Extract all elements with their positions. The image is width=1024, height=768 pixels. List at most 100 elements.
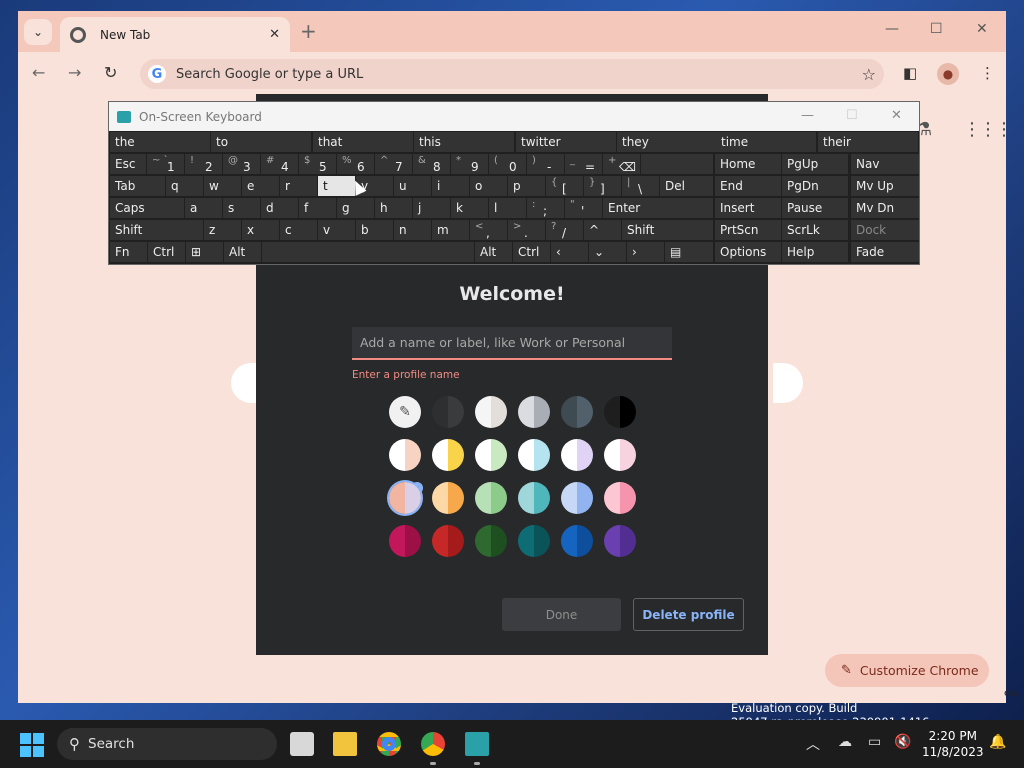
color-swatch[interactable] (432, 396, 464, 428)
osk-key[interactable]: $5 (299, 154, 336, 174)
close-window-button[interactable]: ✕ (976, 21, 988, 37)
osk-suggestion[interactable]: this (414, 132, 514, 152)
eyedropper-icon[interactable]: ✎ (389, 396, 421, 428)
on-screen-keyboard-app-icon[interactable] (465, 732, 489, 756)
reload-button[interactable]: ↻ (104, 63, 117, 82)
osk-key[interactable]: {[ (546, 176, 583, 196)
osk-key[interactable]: ~ ` 1 (147, 154, 184, 174)
color-swatch[interactable] (561, 525, 593, 557)
osk-key[interactable]: b (356, 220, 393, 240)
osk-key[interactable]: s (223, 198, 260, 218)
osk-nav-key[interactable]: Dock (851, 220, 919, 240)
color-swatch[interactable] (604, 396, 636, 428)
osk-key-tab[interactable]: Tab (110, 176, 165, 196)
osk-suggestion[interactable]: to (211, 132, 311, 152)
notification-bell-icon[interactable]: 🔔 (989, 734, 1006, 750)
osk-key[interactable]: >. (508, 220, 545, 240)
color-swatch[interactable] (389, 439, 421, 471)
osk-nav-key[interactable]: End (715, 176, 781, 196)
start-windows-icon[interactable] (20, 733, 44, 757)
taskbar-search[interactable]: ⚲ Search (57, 728, 277, 760)
osk-suggestion[interactable]: that (313, 132, 413, 152)
osk-key-shift-left[interactable]: Shift (110, 220, 203, 240)
osk-key[interactable]: % 6 (337, 154, 374, 174)
color-swatch[interactable] (561, 482, 593, 514)
osk-key-fn[interactable]: Fn (110, 242, 147, 262)
osk-key[interactable]: | \ (622, 176, 659, 196)
osk-key[interactable]: j (413, 198, 450, 218)
side-panel-icon[interactable]: ◧ (903, 64, 917, 82)
profile-avatar[interactable]: ● (937, 63, 959, 85)
osk-key-ctrl-right[interactable]: Ctrl (513, 242, 550, 262)
osk-key[interactable]: w (204, 176, 241, 196)
osk-key-alt-right[interactable]: Alt (475, 242, 512, 262)
osk-key-arrow-up[interactable]: ^ (584, 220, 621, 240)
osk-key[interactable]: * 9 (451, 154, 488, 174)
color-swatch[interactable] (389, 525, 421, 557)
color-swatch[interactable] (432, 525, 464, 557)
color-swatch[interactable] (475, 396, 507, 428)
osk-key[interactable]: " ' (565, 198, 602, 218)
osk-key[interactable]: <, (470, 220, 507, 240)
osk-key[interactable]: @3 (223, 154, 260, 174)
color-swatch[interactable] (475, 439, 507, 471)
osk-key[interactable]: a (185, 198, 222, 218)
osk-nav-key[interactable]: Home (715, 154, 781, 174)
osk-suggestion[interactable]: the (110, 132, 210, 152)
osk-key[interactable]: r (280, 176, 317, 196)
color-swatch[interactable] (604, 439, 636, 471)
osk-nav-key[interactable]: Mv Up (851, 176, 919, 196)
osk-nav-key[interactable]: Mv Dn (851, 198, 919, 218)
osk-key-windows[interactable]: ⊞ (186, 242, 223, 262)
osk-key-arrow-right[interactable]: › (627, 242, 664, 262)
color-swatch[interactable] (518, 396, 550, 428)
osk-key[interactable]: v (318, 220, 355, 240)
osk-minimize-button[interactable]: — (801, 108, 814, 123)
osk-key-del[interactable]: Del (660, 176, 713, 196)
osk-key[interactable]: l (489, 198, 526, 218)
osk-nav-key[interactable]: Nav (851, 154, 919, 174)
osk-key[interactable]: k (451, 198, 488, 218)
osk-suggestion[interactable]: they (617, 132, 717, 152)
color-swatch[interactable] (432, 439, 464, 471)
osk-nav-key[interactable]: PgUp (782, 154, 848, 174)
show-hidden-icons-chevron[interactable]: ︿ (806, 734, 820, 754)
osk-key[interactable]: f (299, 198, 336, 218)
osk-key[interactable]: o (470, 176, 507, 196)
color-swatch[interactable] (518, 482, 550, 514)
new-tab-button[interactable]: + (300, 19, 317, 43)
osk-key-caps[interactable]: Caps (110, 198, 184, 218)
osk-key[interactable]: #4 (261, 154, 298, 174)
osk-key[interactable]: ? / (546, 220, 583, 240)
osk-key[interactable]: n (394, 220, 431, 240)
menu-icon[interactable]: ⋮ (980, 64, 995, 82)
color-swatch[interactable] (475, 482, 507, 514)
osk-key[interactable]: d (261, 198, 298, 218)
customize-chrome-button[interactable]: ✎ Customize Chrome (825, 654, 989, 687)
color-swatch[interactable] (389, 482, 421, 514)
osk-key-arrow-left[interactable]: ‹ (551, 242, 588, 262)
osk-key[interactable]: q (166, 176, 203, 196)
back-button[interactable]: ← (32, 63, 45, 82)
osk-key[interactable]: p (508, 176, 545, 196)
osk-key[interactable]: (0 (489, 154, 526, 174)
osk-key[interactable]: e (242, 176, 279, 196)
osk-suggestion[interactable]: twitter (516, 132, 616, 152)
chrome-app-icon[interactable] (377, 732, 401, 756)
osk-key[interactable]: g (337, 198, 374, 218)
google-apps-icon[interactable]: ⋮⋮⋮ (963, 119, 1006, 140)
network-icon[interactable]: ▭ (868, 734, 881, 750)
omnibox[interactable]: G Search Google or type a URL ☆ (140, 59, 884, 89)
color-swatch[interactable] (475, 525, 507, 557)
osk-key[interactable]: ^ 7 (375, 154, 412, 174)
osk-key-spacer[interactable] (641, 154, 713, 174)
minimize-button[interactable]: — (885, 21, 899, 37)
tab-new-tab[interactable]: New Tab ✕ (60, 17, 290, 52)
file-explorer-icon[interactable] (333, 732, 357, 756)
osk-nav-key[interactable]: PrtScn (715, 220, 781, 240)
osk-suggestion[interactable]: time (716, 132, 816, 152)
osk-nav-key[interactable]: Pause (782, 198, 848, 218)
color-swatch[interactable] (432, 482, 464, 514)
osk-nav-key[interactable]: Help (782, 242, 848, 262)
osk-nav-key[interactable]: ScrLk (782, 220, 848, 240)
